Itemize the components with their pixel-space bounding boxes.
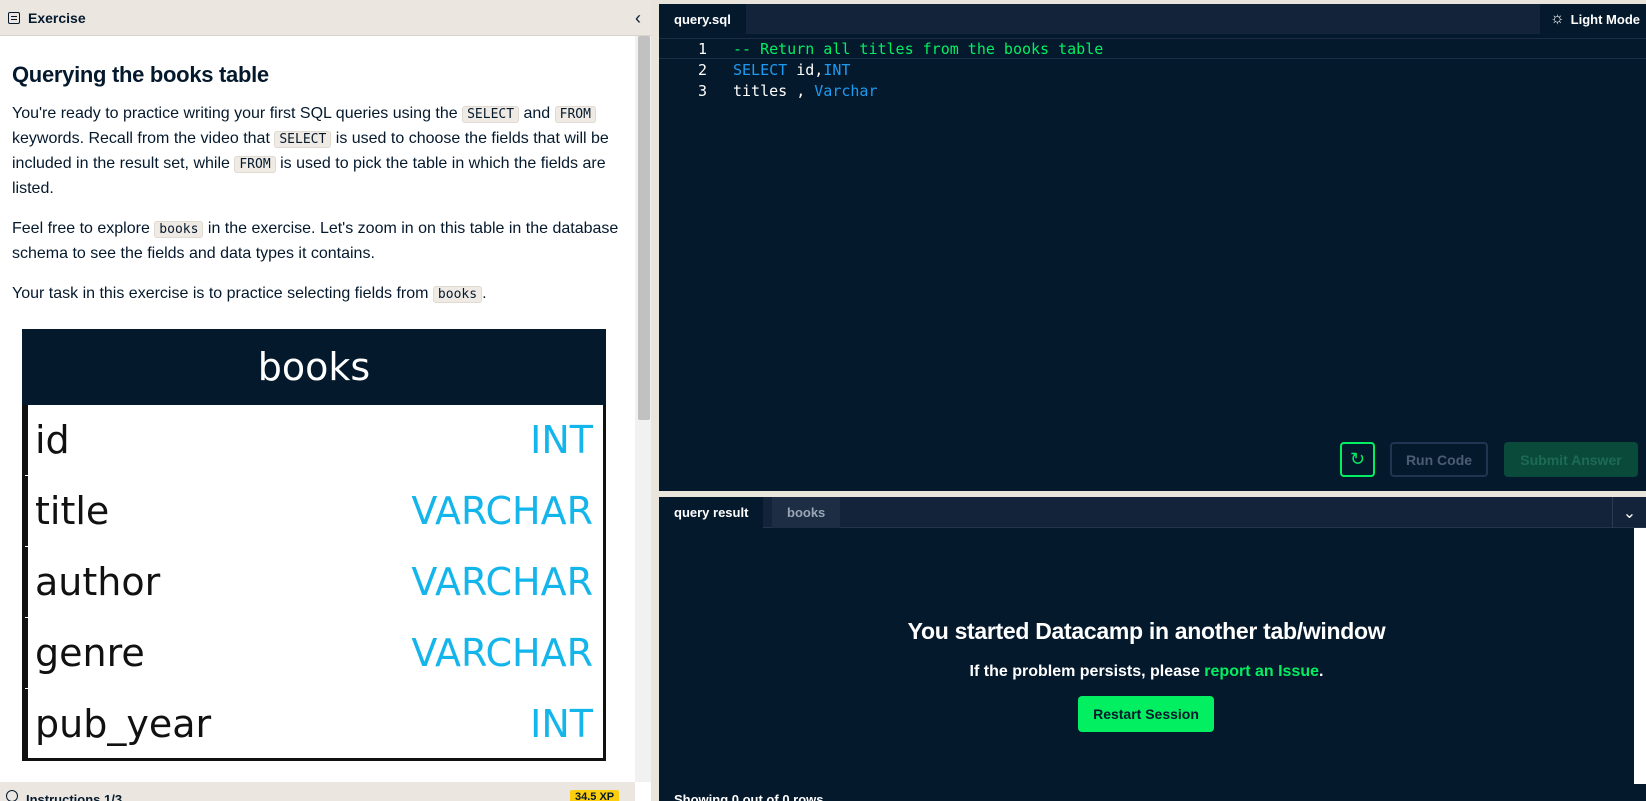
editor-tab-bar: query.sql ☼ Light Mode [659, 4, 1646, 34]
line-number: 2 [697, 60, 707, 79]
code-line: 3 titles , Varchar [659, 80, 1646, 101]
rows-count: Showing 0 out of 0 rows [674, 792, 824, 801]
instructions-icon [6, 790, 18, 801]
code-keyword: INT [823, 60, 851, 79]
code-text: titles , Varchar [733, 82, 878, 100]
exercise-paragraph-3: Your task in this exercise is to practic… [12, 282, 623, 307]
chevron-left-icon: ‹ [635, 7, 641, 28]
xp-badge: 34.5 XP [570, 790, 620, 801]
restart-session-button[interactable]: Restart Session [1078, 696, 1214, 732]
para-text: Feel free to explore [12, 220, 155, 237]
subtext: If the problem persists, please [969, 663, 1205, 680]
schema-field-type: INT [530, 418, 593, 462]
results-body: You started Datacamp in another tab/wind… [659, 528, 1634, 784]
session-message-subtext: If the problem persists, please report a… [659, 663, 1634, 681]
exercise-scrollbar-thumb[interactable] [638, 36, 650, 420]
line-number: 3 [697, 81, 707, 100]
code-keyword: SELECT [733, 60, 788, 79]
instructions-label: Instructions 1/3 [26, 792, 123, 801]
exercise-header: Exercise [0, 0, 651, 36]
para-text: keywords. Recall from the video that [12, 130, 275, 147]
session-message-title: You started Datacamp in another tab/wind… [907, 618, 1386, 644]
editor-pane: query.sql ☼ Light Mode 1 -- Return all t… [659, 4, 1646, 491]
light-mode-label: Light Mode [1570, 11, 1640, 27]
submit-answer-button[interactable]: Submit Answer [1504, 442, 1638, 477]
inline-code: SELECT [274, 131, 332, 148]
inline-code: books [154, 221, 204, 238]
results-tab-bar: query result books ⌄ [659, 497, 1646, 528]
schema-row: genre VARCHAR [25, 618, 603, 688]
reset-icon: ↻ [1349, 449, 1366, 469]
code-keyword: Varchar [814, 81, 878, 100]
exercise-pane: Exercise ‹ Querying the books table You'… [0, 0, 651, 801]
document-icon [8, 11, 20, 24]
chevron-down-icon: ⌄ [1622, 504, 1637, 522]
inline-code: FROM [554, 106, 596, 123]
exercise-title: Querying the books table [12, 62, 269, 87]
code-plain: titles , [733, 81, 815, 100]
subtext-end: . [1319, 663, 1324, 680]
para-text: and [519, 105, 555, 122]
code-text: SELECT id,INT [733, 61, 850, 79]
code-editor[interactable]: 1 -- Return all titles from the books ta… [659, 34, 1646, 444]
inline-code: FROM [234, 156, 276, 173]
schema-diagram: books id INT title VARCHAR author VARCHA… [22, 329, 606, 761]
schema-field-name: genre [35, 631, 145, 675]
exercise-paragraph-2: Feel free to explore books in the exerci… [12, 217, 623, 266]
schema-rows: id INT title VARCHAR author VARCHAR genr… [22, 405, 606, 761]
tab-query-sql[interactable]: query.sql [659, 4, 746, 34]
para-text: Your task in this exercise is to practic… [12, 285, 433, 302]
schema-field-name: pub_year [35, 702, 212, 746]
schema-field-name: author [35, 560, 161, 604]
tab-query-result[interactable]: query result [659, 497, 764, 528]
exercise-header-title: Exercise [28, 9, 86, 26]
schema-field-type: VARCHAR [411, 560, 593, 604]
schema-row: id INT [25, 405, 603, 475]
tab-books[interactable]: books [772, 497, 841, 528]
code-plain: id, [787, 60, 824, 79]
schema-field-type: VARCHAR [411, 489, 593, 533]
results-pane: query result books ⌄ You started Datacam… [659, 497, 1646, 801]
inline-code: SELECT [462, 106, 520, 123]
schema-row: title VARCHAR [25, 476, 603, 546]
exercise-paragraph-1: You're ready to practice writing your fi… [12, 102, 623, 201]
schema-field-name: id [35, 418, 70, 462]
reset-button[interactable]: ↻ [1340, 442, 1375, 477]
inline-code: books [432, 286, 483, 303]
schema-field-type: VARCHAR [411, 631, 593, 675]
results-footer: Showing 0 out of 0 rows [659, 784, 1646, 801]
report-issue-link[interactable]: report an Issue [1204, 663, 1319, 680]
schema-field-type: INT [530, 702, 593, 746]
code-line: 1 -- Return all titles from the books ta… [659, 38, 1646, 59]
schema-field-name: title [35, 489, 110, 533]
schema-table-name: books [22, 329, 606, 405]
code-comment: -- Return all titles from the books tabl… [733, 39, 1104, 58]
schema-row: pub_year INT [25, 689, 603, 759]
code-line: 2 SELECT id,INT [659, 59, 1646, 80]
light-mode-toggle[interactable]: ☼ Light Mode [1540, 4, 1646, 34]
collapse-panel-button[interactable]: ‹ [625, 0, 651, 36]
line-number: 1 [697, 39, 707, 58]
para-text: . [482, 285, 487, 302]
sun-icon: ☼ [1550, 10, 1565, 27]
collapse-results-button[interactable]: ⌄ [1612, 497, 1646, 528]
para-text: You're ready to practice writing your fi… [12, 105, 463, 122]
run-code-button[interactable]: Run Code [1390, 442, 1488, 477]
results-scrollbar[interactable] [1634, 528, 1646, 784]
instructions-bar[interactable]: Instructions 1/3 34.5 XP [0, 782, 635, 801]
schema-row: author VARCHAR [25, 547, 603, 617]
